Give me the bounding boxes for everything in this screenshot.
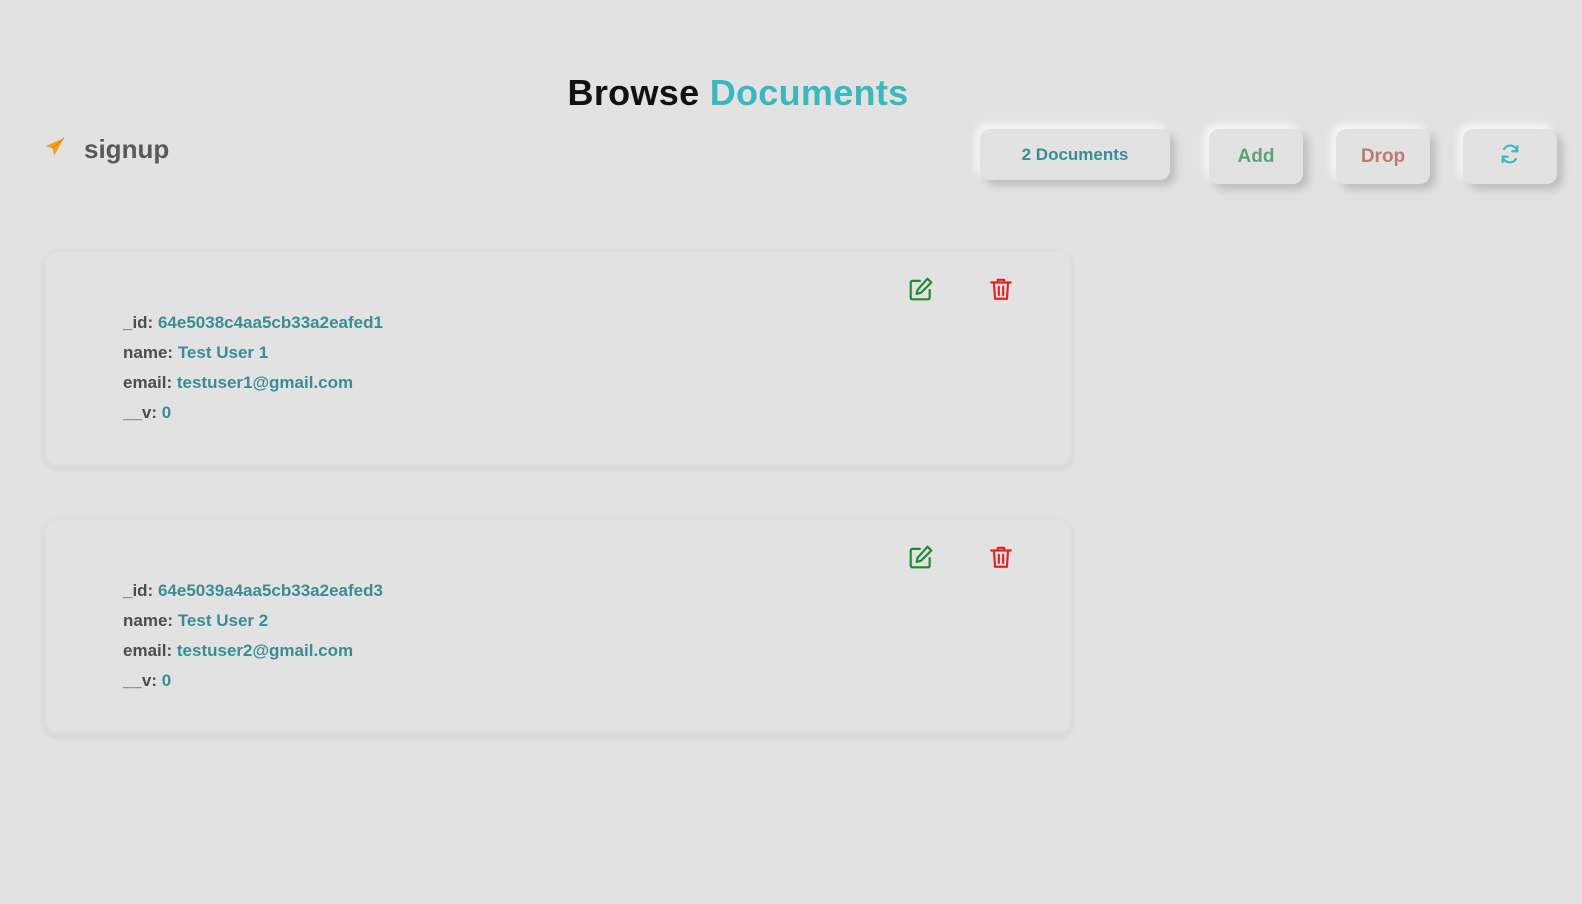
field-key: email: bbox=[123, 373, 173, 392]
field-key: email: bbox=[123, 641, 173, 660]
field-key: __v: bbox=[123, 671, 158, 690]
field-key: name: bbox=[123, 343, 174, 362]
edit-button[interactable] bbox=[908, 276, 934, 302]
edit-icon bbox=[908, 277, 934, 306]
field-value: Test User 2 bbox=[177, 611, 269, 630]
document-fields: _id: 64e5039a4aa5cb33a2eafed3 name: Test… bbox=[123, 576, 383, 696]
drop-button-label: Drop bbox=[1360, 145, 1406, 167]
edit-button[interactable] bbox=[908, 544, 934, 570]
field-value: Test User 1 bbox=[177, 343, 269, 362]
document-count-button[interactable]: 2 Documents bbox=[980, 129, 1170, 180]
delete-button[interactable] bbox=[988, 544, 1014, 570]
page-title: Browse Documents bbox=[0, 72, 1476, 114]
page-title-browse: Browse bbox=[567, 72, 700, 113]
document-card: _id: 64e5039a4aa5cb33a2eafed3 name: Test… bbox=[46, 520, 1070, 732]
field-email: email: testuser2@gmail.com bbox=[123, 636, 383, 666]
field-value: testuser1@gmail.com bbox=[176, 373, 354, 392]
field-value: 0 bbox=[161, 403, 172, 422]
field-id: _id: 64e5038c4aa5cb33a2eafed1 bbox=[123, 308, 383, 338]
field-value: 0 bbox=[161, 671, 172, 690]
field-name: name: Test User 2 bbox=[123, 606, 383, 636]
page-title-documents: Documents bbox=[709, 72, 909, 113]
field-version: __v: 0 bbox=[123, 666, 383, 696]
field-value: 64e5039a4aa5cb33a2eafed3 bbox=[157, 581, 383, 600]
document-count-label: 2 Documents bbox=[1021, 144, 1129, 164]
field-value: 64e5038c4aa5cb33a2eafed1 bbox=[157, 313, 383, 332]
trash-icon bbox=[988, 278, 1014, 306]
edit-icon bbox=[908, 545, 934, 574]
field-version: __v: 0 bbox=[123, 398, 383, 428]
collection-name: signup bbox=[84, 134, 170, 164]
add-button-label: Add bbox=[1237, 145, 1275, 167]
add-button[interactable]: Add bbox=[1209, 129, 1303, 184]
document-card: _id: 64e5038c4aa5cb33a2eafed1 name: Test… bbox=[46, 252, 1070, 464]
field-key: __v: bbox=[123, 403, 158, 422]
field-value: testuser2@gmail.com bbox=[176, 641, 354, 660]
refresh-icon bbox=[1499, 143, 1521, 170]
paper-plane-icon bbox=[44, 136, 66, 163]
field-id: _id: 64e5039a4aa5cb33a2eafed3 bbox=[123, 576, 383, 606]
drop-button[interactable]: Drop bbox=[1336, 129, 1430, 184]
field-name: name: Test User 1 bbox=[123, 338, 383, 368]
field-email: email: testuser1@gmail.com bbox=[123, 368, 383, 398]
field-key: _id: bbox=[123, 313, 154, 332]
collection-header: signup bbox=[44, 134, 169, 165]
field-key: name: bbox=[123, 611, 174, 630]
delete-button[interactable] bbox=[988, 276, 1014, 302]
document-fields: _id: 64e5038c4aa5cb33a2eafed1 name: Test… bbox=[123, 308, 383, 428]
refresh-button[interactable] bbox=[1463, 129, 1557, 184]
field-key: _id: bbox=[123, 581, 154, 600]
trash-icon bbox=[988, 546, 1014, 574]
